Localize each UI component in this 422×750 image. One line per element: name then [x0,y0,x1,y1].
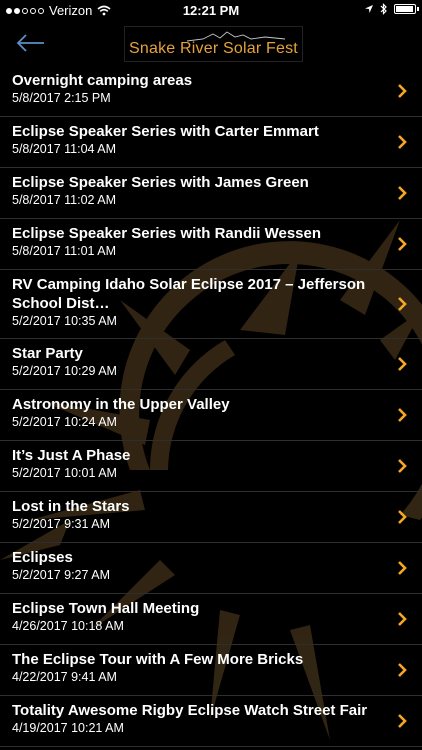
item-title: Eclipse Speaker Series with James Green [12,174,309,191]
item-title: Totality Awesome Rigby Eclipse Watch Str… [12,702,368,719]
list-item[interactable]: Astronomy in the Upper Valley 5/2/2017 10… [0,390,422,441]
app-logo: Snake River Solar Fest [124,26,303,62]
item-date: 5/2/2017 10:29 AM [12,364,117,378]
chevron-right-icon [398,714,407,728]
item-date: 5/8/2017 11:01 AM [12,244,117,258]
item-title: Overnight camping areas [12,72,193,89]
logo-text: Snake River Solar Fest [129,40,298,57]
chevron-right-icon [398,237,407,251]
chevron-right-icon [398,408,407,422]
item-date: 5/2/2017 9:31 AM [12,517,110,531]
item-title: RV Camping Idaho Solar Eclipse 2017 – Je… [12,276,366,312]
chevron-right-icon [398,186,407,200]
list-item[interactable]: Eclipse Speaker Series with James Green 5… [0,168,422,219]
status-right [364,3,419,15]
item-title: It’s Just A Phase [12,447,131,464]
item-title: Eclipse Speaker Series with Carter Emmar… [12,123,319,140]
chevron-right-icon [398,297,407,311]
item-title: The Eclipse Tour with A Few More Bricks [12,651,304,668]
news-list: Overnight camping areas 5/8/2017 2:15 PM E… [0,66,422,747]
chevron-right-icon [398,135,407,149]
item-date: 5/2/2017 9:27 AM [12,568,110,582]
location-arrow-icon [365,5,373,13]
item-date: 5/8/2017 11:02 AM [12,193,117,207]
item-date: 5/2/2017 10:35 AM [12,314,117,328]
list-item[interactable]: Totality Awesome Rigby Eclipse Watch Str… [0,696,422,747]
list-item[interactable]: The Eclipse Tour with A Few More Bricks 4… [0,645,422,696]
item-date: 5/2/2017 10:01 AM [12,466,117,480]
list-item[interactable]: Eclipse Speaker Series with Carter Emmar… [0,117,422,168]
bluetooth-icon [380,3,387,15]
list-item[interactable]: Lost in the Stars 5/2/2017 9:31 AM [0,492,422,543]
item-date: 4/22/2017 9:41 AM [12,670,117,684]
item-date: 4/26/2017 10:18 AM [12,619,124,633]
chevron-right-icon [398,357,407,371]
back-arrow-icon[interactable] [14,30,48,56]
list-item[interactable]: Eclipses 5/2/2017 9:27 AM [0,543,422,594]
item-date: 5/8/2017 11:04 AM [12,142,117,156]
list-item[interactable]: Eclipse Speaker Series with Randii Wesse… [0,219,422,270]
item-title: Star Party [12,345,83,362]
nav-header: Snake River Solar Fest [0,20,422,66]
item-date: 5/2/2017 10:24 AM [12,415,117,429]
chevron-right-icon [398,612,407,626]
item-date: 5/8/2017 2:15 PM [12,91,111,105]
item-title: Lost in the Stars [12,498,130,515]
chevron-right-icon [398,663,407,677]
item-date: 4/19/2017 10:21 AM [12,721,124,735]
list-item[interactable]: Eclipse Town Hall Meeting 4/26/2017 10:18… [0,594,422,645]
chevron-right-icon [398,459,407,473]
battery-icon [394,4,419,14]
item-title: Astronomy in the Upper Valley [12,396,230,413]
list-item[interactable]: Overnight camping areas 5/8/2017 2:15 PM [0,66,422,117]
chevron-right-icon [398,84,407,98]
item-title: Eclipse Town Hall Meeting [12,600,200,617]
list-item[interactable]: Star Party 5/2/2017 10:29 AM [0,339,422,390]
status-bar: Verizon 12:21 PM [0,0,422,20]
chevron-right-icon [398,561,407,575]
list-item[interactable]: RV Camping Idaho Solar Eclipse 2017 – Je… [0,270,422,339]
chevron-right-icon [398,510,407,524]
item-title: Eclipse Speaker Series with Randii Wesse… [12,225,322,242]
status-time: 12:21 PM [182,3,240,18]
item-title: Eclipses [12,549,73,566]
list-item[interactable]: It’s Just A Phase 5/2/2017 10:01 AM [0,441,422,492]
